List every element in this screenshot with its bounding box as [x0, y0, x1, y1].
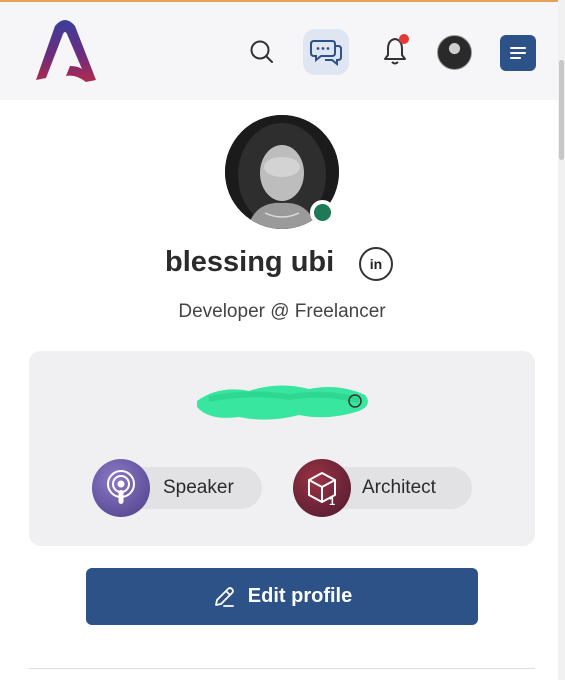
badges-card: Speaker 1 Architect	[29, 351, 535, 546]
search-button[interactable]	[244, 34, 280, 70]
badge-architect[interactable]: 1 Architect	[293, 459, 472, 517]
badge-speaker-label: Speaker	[163, 477, 234, 498]
badge-architect-label: Architect	[362, 477, 436, 498]
podcast-icon	[92, 459, 150, 517]
notifications-button[interactable]	[375, 31, 415, 71]
badge-speaker[interactable]: Speaker	[92, 459, 262, 517]
cube-icon: 1	[293, 459, 351, 517]
user-avatar[interactable]	[437, 35, 472, 70]
pencil-icon	[214, 586, 234, 607]
brand-logo-icon[interactable]	[30, 16, 100, 86]
profile-name: blessing ubi	[165, 246, 335, 278]
profile-title: Developer @ Freelancer	[178, 301, 386, 322]
edit-profile-label: Edit profile	[247, 585, 353, 607]
page-scrollbar[interactable]	[558, 0, 565, 680]
name-row: blessing ubi in	[0, 244, 558, 284]
edit-profile-button[interactable]: Edit profile	[86, 568, 478, 625]
app-header	[0, 2, 558, 100]
section-divider	[29, 668, 535, 669]
redaction-scribble	[197, 385, 368, 420]
search-icon	[250, 40, 273, 63]
menu-button[interactable]	[500, 35, 536, 71]
notification-dot	[399, 34, 409, 44]
profile-page: blessing ubi in Developer @ Freelancer S…	[0, 0, 565, 680]
scrollbar-thumb[interactable]	[559, 60, 564, 160]
online-status-indicator	[310, 200, 335, 225]
linkedin-button[interactable]: in	[359, 247, 393, 281]
menu-icon	[510, 47, 526, 59]
badge-architect-count: 1	[329, 496, 335, 508]
messages-button[interactable]	[303, 29, 349, 75]
chat-bubbles-icon	[310, 40, 342, 67]
linkedin-icon: in	[369, 256, 383, 272]
